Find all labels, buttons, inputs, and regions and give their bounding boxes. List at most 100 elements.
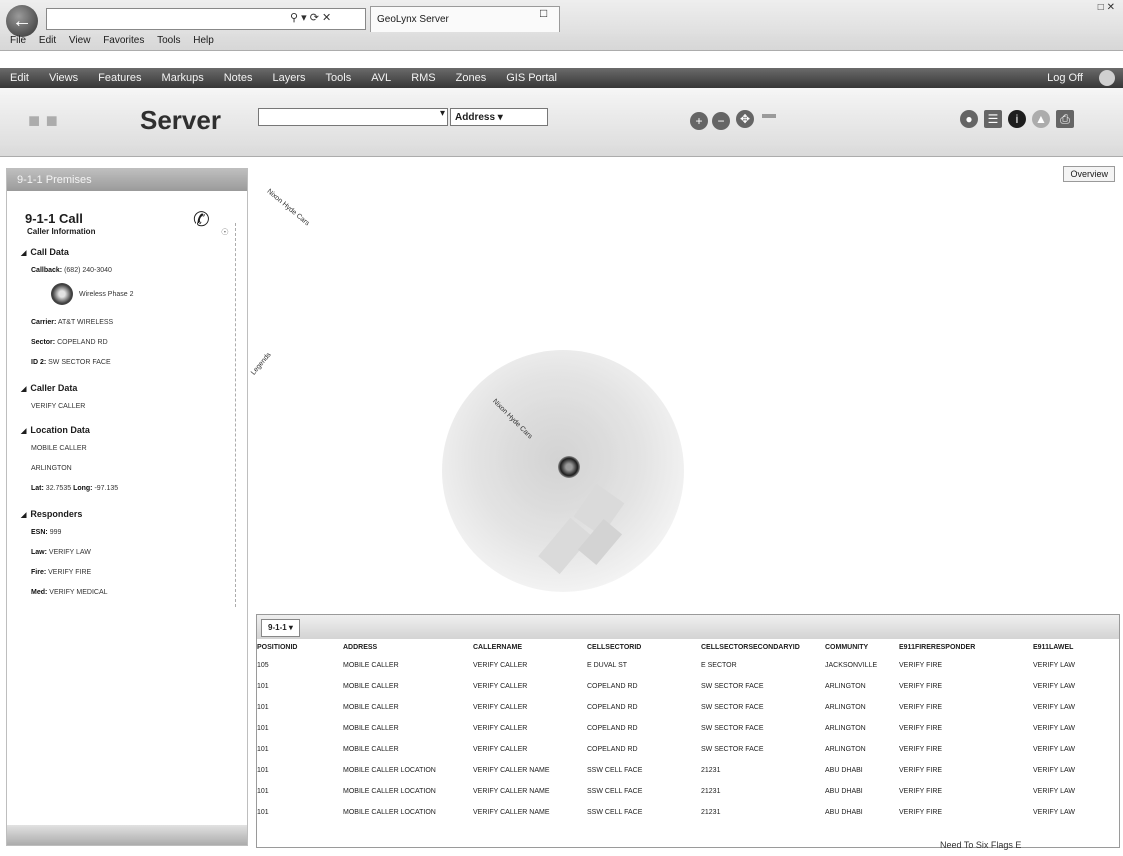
table-cell: 101	[257, 767, 269, 774]
column-header[interactable]: ADDRESS	[343, 639, 473, 655]
table-row[interactable]: 101 MOBILE CALLER VERIFY CALLER COPELAND RD…	[257, 718, 1103, 739]
table-cell: MOBILE CALLER	[343, 683, 399, 690]
overview-button[interactable]: Overview	[1063, 166, 1115, 182]
table-row[interactable]: 101 MOBILE CALLER VERIFY CALLER COPELAND RD…	[257, 697, 1103, 718]
pan-icon[interactable]: ✥	[736, 110, 754, 128]
table-cell: 101	[257, 788, 269, 795]
esn-row: ESN: 999	[31, 529, 61, 536]
table-cell: COPELAND RD	[587, 704, 638, 711]
nav-gis-portal[interactable]: GIS Portal	[496, 68, 567, 88]
nav-notes[interactable]: Notes	[214, 68, 263, 88]
column-header[interactable]: E911FIRERESPONDER	[899, 639, 1033, 655]
table-cell: VERIFY CALLER	[473, 704, 528, 711]
table-cell: 101	[257, 683, 269, 690]
table-cell: VERIFY FIRE	[899, 809, 943, 816]
caller-info-box: Caller Information ☉ ◢ Call Data Callback…	[19, 223, 236, 607]
section-call-data[interactable]: ◢ Call Data	[21, 247, 69, 257]
browser-menu-bar: File Edit View Favorites Tools Help	[0, 33, 214, 49]
user-icon[interactable]	[1099, 70, 1115, 86]
table-cell: VERIFY LAW	[1033, 725, 1076, 732]
long-value: -97.135	[94, 485, 119, 492]
sector-value: COPELAND RD	[57, 339, 108, 346]
column-header[interactable]: COMMUNITY	[825, 639, 899, 655]
new-tab-icon[interactable]: □	[540, 6, 547, 20]
print-icon[interactable]: ⎙	[1056, 110, 1074, 128]
tab-911[interactable]: 9-1-1 ▾	[261, 619, 300, 637]
wireless-phase-icon	[51, 283, 73, 305]
nav-views[interactable]: Views	[39, 68, 88, 88]
table-cell: MOBILE CALLER	[343, 746, 399, 753]
map-canvas[interactable]: Overview Nixon Hyde Cars Legends Nixon H…	[250, 160, 1123, 612]
nav-zones[interactable]: Zones	[446, 68, 497, 88]
panel-title-bar[interactable]: 9-1-1 Premises	[7, 169, 247, 191]
logout-link[interactable]: Log Off	[1047, 68, 1083, 88]
browser-toolbar: ← ⚲ ▾ ⟳ ✕ GeoLynx Server □ □ ✕ File Edit…	[0, 0, 1123, 51]
browser-tab[interactable]: GeoLynx Server	[370, 6, 560, 32]
carrier-row: Carrier: AT&T WIRELESS	[31, 319, 113, 326]
zoom-in-icon[interactable]: +	[690, 112, 708, 130]
table-cell: E SECTOR	[701, 662, 737, 669]
logo-mark-icon: ■ ■	[28, 110, 58, 132]
table-cell: VERIFY FIRE	[899, 683, 943, 690]
section-location-data[interactable]: ◢ Location Data	[21, 425, 90, 435]
nav-features[interactable]: Features	[88, 68, 151, 88]
column-header[interactable]: CELLSECTORSECONDARYID	[701, 639, 825, 655]
nav-layers[interactable]: Layers	[262, 68, 315, 88]
select-icon[interactable]: ▲	[1032, 110, 1050, 128]
layers-icon[interactable]: ☰	[984, 110, 1002, 128]
table-row[interactable]: 101 MOBILE CALLER LOCATION VERIFY CALLER N…	[257, 802, 1103, 823]
menu-favorites[interactable]: Favorites	[103, 35, 144, 46]
nav-rms[interactable]: RMS	[401, 68, 445, 88]
table-cell: SW SECTOR FACE	[701, 746, 764, 753]
search-input[interactable]	[258, 108, 448, 126]
table-row[interactable]: 101 MOBILE CALLER LOCATION VERIFY CALLER N…	[257, 760, 1103, 781]
table-cell: VERIFY CALLER NAME	[473, 809, 550, 816]
table-row[interactable]: 105 MOBILE CALLER VERIFY CALLER E DUVAL ST E…	[257, 655, 1103, 676]
nav-tools[interactable]: Tools	[316, 68, 362, 88]
column-header[interactable]: CELLSECTORID	[587, 639, 701, 655]
menu-view[interactable]: View	[69, 35, 91, 46]
map-label-legends: Legends	[250, 351, 273, 377]
law-label: Law:	[31, 549, 47, 556]
column-header[interactable]: CALLERNAME	[473, 639, 587, 655]
table-header-row: POSITIONID ADDRESS CALLERNAME CELLSECTOR…	[257, 639, 1103, 655]
pin-icon[interactable]: ☉	[221, 227, 229, 238]
section-caller-data[interactable]: ◢ Caller Data	[21, 383, 77, 393]
esn-label: ESN:	[31, 529, 48, 536]
column-header[interactable]: E911LAWEL	[1033, 639, 1103, 655]
menu-tools[interactable]: Tools	[157, 35, 180, 46]
sector-label: Sector:	[31, 339, 56, 346]
table-cell: COPELAND RD	[587, 683, 638, 690]
column-header[interactable]: POSITIONID	[257, 639, 343, 655]
menu-file[interactable]: File	[10, 35, 26, 46]
table-cell: SSW CELL FACE	[587, 767, 643, 774]
menu-edit[interactable]: Edit	[39, 35, 56, 46]
globe-icon[interactable]: ●	[960, 110, 978, 128]
search-dropdown-icon[interactable]: ▾	[440, 108, 445, 119]
address-controls-icon[interactable]: ⚲ ▾ ⟳ ✕	[290, 11, 331, 24]
zoom-out-icon[interactable]: −	[712, 112, 730, 130]
nav-edit[interactable]: Edit	[0, 68, 39, 88]
table-cell: MOBILE CALLER LOCATION	[343, 788, 436, 795]
table-cell: VERIFY LAW	[1033, 683, 1076, 690]
table-row[interactable]: 101 MOBILE CALLER VERIFY CALLER COPELAND RD…	[257, 739, 1103, 760]
ruler-icon[interactable]	[762, 114, 776, 118]
table-cell: ABU DHABI	[825, 767, 863, 774]
caller-location-marker-icon[interactable]	[558, 456, 580, 478]
nav-avl[interactable]: AVL	[361, 68, 401, 88]
table-scrollbar[interactable]	[1111, 639, 1117, 844]
table-cell: MOBILE CALLER LOCATION	[343, 767, 436, 774]
window-controls-icon[interactable]: □ ✕	[1098, 2, 1115, 13]
nav-markups[interactable]: Markups	[152, 68, 214, 88]
collapse-triangle-icon: ◢	[21, 386, 27, 393]
lat-value: 32.7535	[45, 485, 72, 492]
section-responders[interactable]: ◢ Responders	[21, 509, 82, 519]
table-row[interactable]: 101 MOBILE CALLER LOCATION VERIFY CALLER N…	[257, 781, 1103, 802]
menu-help[interactable]: Help	[193, 35, 214, 46]
info-icon[interactable]: i	[1008, 110, 1026, 128]
id-value: SW SECTOR FACE	[48, 359, 111, 366]
fire-row: Fire: VERIFY FIRE	[31, 569, 91, 576]
latlong-row: Lat: 32.7535 Long: -97.135	[31, 485, 118, 492]
table-row[interactable]: 101 MOBILE CALLER VERIFY CALLER COPELAND RD…	[257, 676, 1103, 697]
search-type-select[interactable]: Address ▾	[450, 108, 548, 126]
